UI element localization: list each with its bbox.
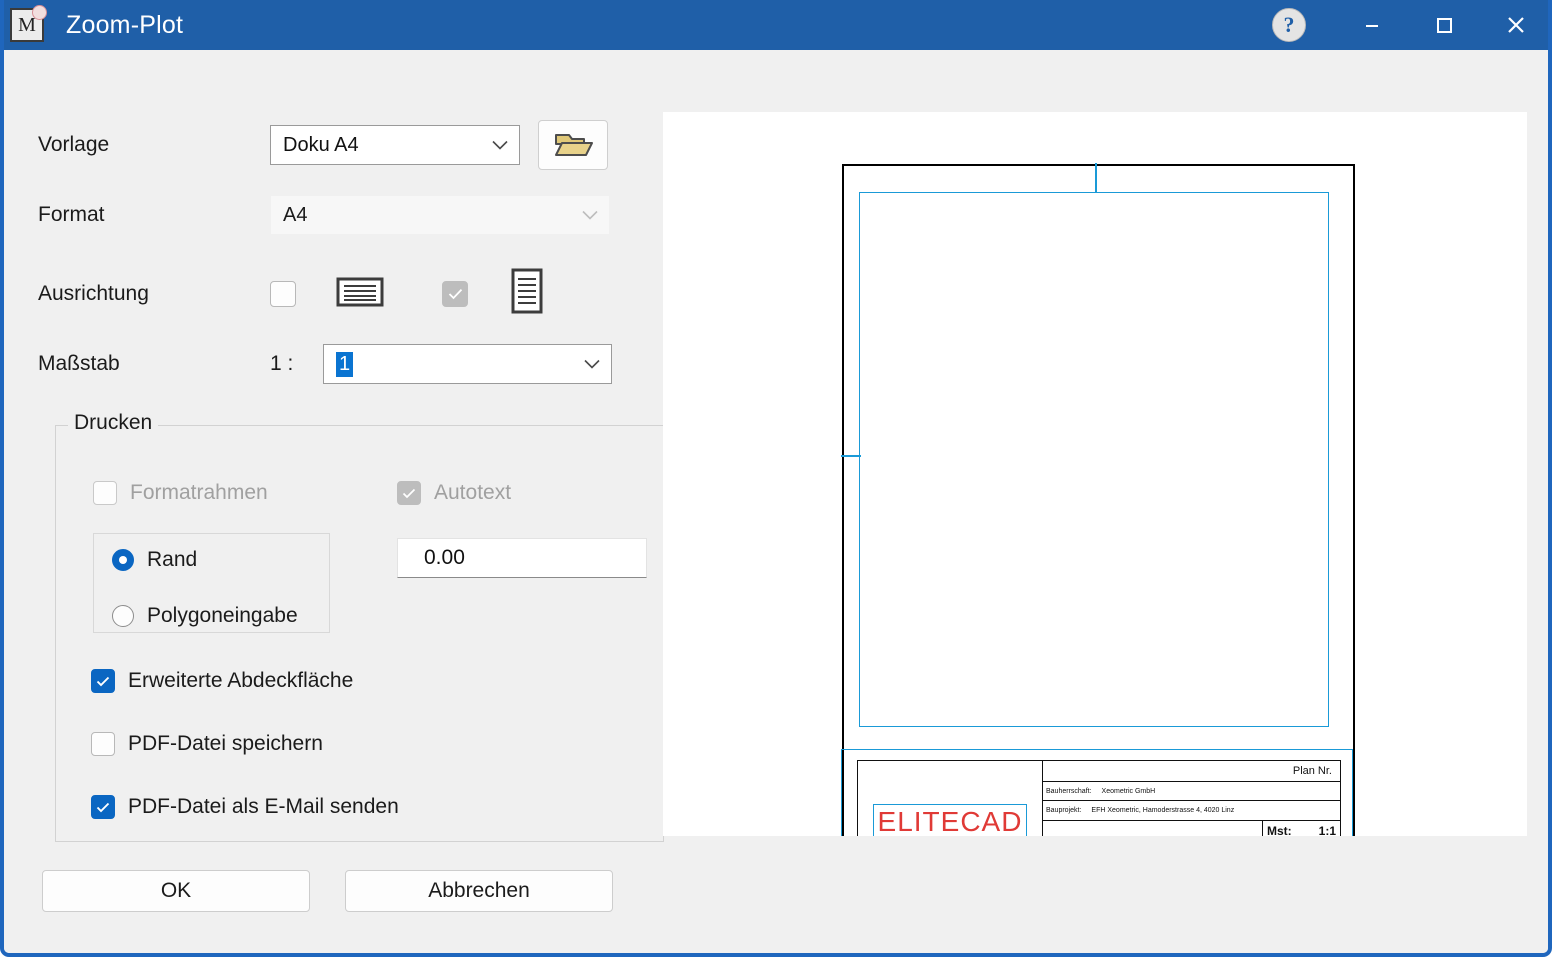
- mst-label: Mst:: [1267, 824, 1292, 836]
- preview-title-block: ELITECAD Plan Nr. Bauherrschaft: Xeometr…: [857, 760, 1341, 836]
- erweiterte-abdeckflaeche-row[interactable]: Erweiterte Abdeckfläche: [91, 669, 353, 693]
- polygoneingabe-radio-row[interactable]: Polygoneingabe: [112, 604, 298, 628]
- title-block-mst-row: Mst: 1:1: [1043, 821, 1340, 836]
- check-icon: [448, 288, 463, 300]
- ausrichtung-label: Ausrichtung: [38, 282, 270, 306]
- preview-left-tick: [841, 455, 861, 457]
- bauherrschaft-value: Xeometric GmbH: [1102, 788, 1156, 795]
- pdf-speichern-checkbox[interactable]: [91, 732, 115, 756]
- title-block-fields: Plan Nr. Bauherrschaft: Xeometric GmbH B…: [1043, 761, 1340, 836]
- autotext-row[interactable]: Autotext: [397, 481, 511, 505]
- dialog-window: M Zoom-Plot ?: [0, 0, 1552, 957]
- rand-radio[interactable]: [112, 549, 134, 571]
- pdf-email-checkbox[interactable]: [91, 795, 115, 819]
- title-bar: M Zoom-Plot ?: [0, 0, 1552, 50]
- format-value: A4: [283, 204, 307, 227]
- title-block-logo-cell: ELITECAD: [858, 761, 1043, 836]
- massstab-prefix: 1 :: [270, 352, 323, 376]
- row-massstab: Maßstab 1 : 1: [38, 344, 612, 384]
- vorlage-combobox[interactable]: Doku A4: [270, 125, 520, 165]
- check-icon: [96, 676, 110, 687]
- chevron-down-icon: [584, 353, 600, 376]
- portrait-page-icon: [510, 268, 544, 319]
- polygoneingabe-radio[interactable]: [112, 605, 134, 627]
- bauherrschaft-label: Bauherrschaft:: [1046, 788, 1092, 795]
- preview-top-tick: [1095, 163, 1097, 193]
- plan-nr-label: Plan Nr.: [1293, 765, 1332, 777]
- chevron-down-icon: [582, 204, 598, 227]
- drucken-groupbox: Drucken Formatrahmen Autotext: [55, 425, 664, 842]
- title-block-bauprojekt-row: Bauprojekt: EFH Xeometric, Hamoderstrass…: [1043, 801, 1340, 820]
- vorlage-label: Vorlage: [38, 133, 270, 157]
- title-bar-left: M Zoom-Plot: [0, 8, 1272, 42]
- radio-dot: [119, 556, 127, 564]
- maximize-button[interactable]: [1408, 0, 1480, 50]
- format-label: Format: [38, 203, 270, 227]
- mst-value: 1:1: [1319, 824, 1336, 836]
- massstab-label: Maßstab: [38, 352, 270, 376]
- format-combobox[interactable]: A4: [270, 195, 610, 235]
- cancel-button[interactable]: Abbrechen: [345, 870, 613, 912]
- rand-polygon-groupbox: Rand Polygoneingabe: [93, 533, 330, 633]
- formatrahmen-row[interactable]: Formatrahmen: [93, 481, 268, 505]
- minimize-button[interactable]: [1336, 0, 1408, 50]
- maximize-icon: [1434, 15, 1454, 35]
- massstab-combobox[interactable]: 1: [323, 344, 612, 384]
- minimize-icon: [1362, 15, 1382, 35]
- formatrahmen-label: Formatrahmen: [130, 481, 268, 505]
- drucken-title: Drucken: [68, 411, 158, 435]
- margin-value: 0.00: [424, 546, 465, 570]
- preview-main-frame: [859, 192, 1329, 727]
- bauprojekt-value: EFH Xeometric, Hamoderstrasse 4, 4020 Li…: [1091, 807, 1234, 814]
- orientation-landscape-checkbox[interactable]: [270, 281, 296, 307]
- rand-label: Rand: [147, 548, 197, 572]
- dialog-content: Vorlage Doku A4 Format: [4, 50, 1548, 953]
- row-format: Format A4: [38, 195, 610, 235]
- formatrahmen-checkbox[interactable]: [93, 481, 117, 505]
- massstab-value: 1: [336, 352, 353, 377]
- pdf-email-row[interactable]: PDF-Datei als E-Mail senden: [91, 795, 399, 819]
- rand-radio-row[interactable]: Rand: [112, 548, 197, 572]
- browse-template-button[interactable]: [538, 120, 608, 170]
- row-ausrichtung: Ausrichtung: [38, 268, 544, 319]
- bauprojekt-label: Bauprojekt:: [1046, 807, 1081, 814]
- chevron-down-icon: [492, 134, 508, 157]
- close-icon: [1505, 14, 1527, 36]
- margin-input[interactable]: 0.00: [397, 538, 647, 578]
- check-icon: [402, 488, 416, 499]
- window-title: Zoom-Plot: [66, 11, 183, 40]
- pdf-speichern-row[interactable]: PDF-Datei speichern: [91, 732, 323, 756]
- title-block-bauherrschaft-row: Bauherrschaft: Xeometric GmbH: [1043, 782, 1340, 801]
- ok-button[interactable]: OK: [42, 870, 310, 912]
- help-icon[interactable]: ?: [1272, 8, 1306, 42]
- help-glyph: ?: [1284, 12, 1295, 38]
- autotext-label: Autotext: [434, 481, 511, 505]
- close-button[interactable]: [1480, 0, 1552, 50]
- title-block-mst-empty-cell: [1043, 821, 1262, 836]
- check-icon: [96, 802, 110, 813]
- vorlage-value: Doku A4: [283, 134, 359, 157]
- window-controls: ?: [1272, 0, 1552, 50]
- erweiterte-abdeckflaeche-label: Erweiterte Abdeckfläche: [128, 669, 353, 693]
- title-block-plannr-row: Plan Nr.: [1043, 761, 1340, 782]
- autotext-checkbox[interactable]: [397, 481, 421, 505]
- title-block-mst-cell: Mst: 1:1: [1262, 821, 1340, 836]
- polygoneingabe-label: Polygoneingabe: [147, 604, 298, 628]
- app-icon: M: [10, 8, 44, 42]
- orientation-portrait-checkbox[interactable]: [442, 281, 468, 307]
- cancel-label: Abbrechen: [428, 879, 530, 903]
- pdf-speichern-label: PDF-Datei speichern: [128, 732, 323, 756]
- row-vorlage: Vorlage Doku A4: [38, 120, 608, 170]
- pdf-email-label: PDF-Datei als E-Mail senden: [128, 795, 399, 819]
- print-preview-panel[interactable]: ELITECAD Plan Nr. Bauherrschaft: Xeometr…: [663, 112, 1527, 836]
- landscape-page-icon: [336, 273, 384, 314]
- app-icon-letter: M: [18, 15, 36, 35]
- elitecad-logo: ELITECAD: [873, 804, 1028, 837]
- ok-label: OK: [161, 879, 191, 903]
- folder-open-icon: [551, 129, 595, 161]
- erweiterte-abdeckflaeche-checkbox[interactable]: [91, 669, 115, 693]
